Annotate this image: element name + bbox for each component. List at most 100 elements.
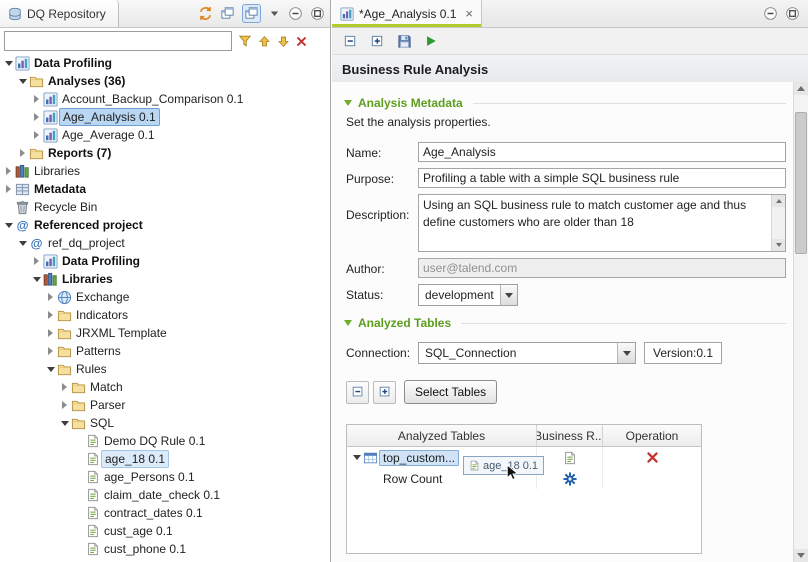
tree-item-reports[interactable]: Reports (7) [0,144,330,162]
scroll-down-icon[interactable] [772,239,785,251]
link-with-editor-icon[interactable] [242,4,261,23]
tree-item-age-average[interactable]: Age_Average 0.1 [0,126,330,144]
expander-icon[interactable] [31,270,42,288]
save-button[interactable] [394,31,414,51]
tree-item-ref-data-profiling[interactable]: Data Profiling [0,252,330,270]
sql-rule-icon [84,450,101,468]
chevron-down-icon[interactable] [617,343,635,363]
purpose-input[interactable] [418,168,786,188]
tree-item-claim-date-check[interactable]: claim_date_check 0.1 [0,486,330,504]
expander-icon[interactable] [351,449,362,467]
expander-icon[interactable] [45,288,56,306]
tree-item-age-18[interactable]: age_18 0.1 [0,450,330,468]
expander-icon[interactable] [17,234,28,252]
select-tables-button[interactable]: Select Tables [404,380,497,404]
sql-rule-icon [84,468,101,486]
tree-item-referenced-project[interactable]: Referenced project [0,216,330,234]
expander-icon[interactable] [59,396,70,414]
tree-item-demo-dq-rule[interactable]: Demo DQ Rule 0.1 [0,432,330,450]
description-scrollbar[interactable] [771,195,785,251]
expander-icon[interactable] [31,108,42,126]
tree-item-match[interactable]: Match [0,378,330,396]
filter-icon[interactable] [238,34,252,48]
tab-dq-repository[interactable]: DQ Repository [0,0,119,27]
tree-item-exchange[interactable]: Exchange [0,288,330,306]
expand-tables-button[interactable] [373,381,396,404]
collapse-all-button[interactable] [340,31,360,51]
maximize-view-icon[interactable] [310,6,325,21]
editor-tab-bar: *Age_Analysis 0.1 × [332,0,808,28]
gear-icon[interactable] [563,472,577,486]
expander-icon[interactable] [3,180,14,198]
scrollbar-thumb[interactable] [795,112,807,254]
description-textarea[interactable]: Using an SQL business rule to match cust… [418,194,786,252]
tree-item-age-analysis[interactable]: Age_Analysis 0.1 [0,108,330,126]
tree-item-analyses[interactable]: Analyses (36) [0,72,330,90]
view-menu-chevron-icon[interactable] [268,7,281,20]
clear-filter-icon[interactable] [296,36,307,47]
expander-icon[interactable] [59,378,70,396]
tree-item-sql[interactable]: SQL [0,414,330,432]
scroll-up-icon[interactable] [772,195,785,207]
close-tab-icon[interactable]: × [465,7,473,20]
minimize-editor-icon[interactable] [763,6,778,21]
analysis-icon [42,108,59,126]
tree-item-recycle-bin[interactable]: Recycle Bin [0,198,330,216]
section-collapse-icon[interactable] [344,100,352,106]
expander-icon[interactable] [3,54,14,72]
expander-icon[interactable] [31,90,42,108]
name-input[interactable] [418,142,786,162]
tree-item-data-profiling[interactable]: Data Profiling [0,54,330,72]
expand-all-button[interactable] [367,31,387,51]
repository-filter-input[interactable] [4,31,232,51]
tree-item-ref-libraries[interactable]: Libraries [0,270,330,288]
expander-icon[interactable] [45,324,56,342]
column-header-business-rule: Business R... [537,425,603,446]
expander-icon[interactable] [59,414,70,432]
cascade-windows-icon[interactable] [220,6,235,21]
dq-repository-panel: DQ Repository Data Profiling Analyses (3… [0,0,331,562]
expander-icon[interactable] [31,126,42,144]
editor-scrollbar[interactable] [793,82,808,562]
tree-item-ref-dq-project[interactable]: ref_dq_project [0,234,330,252]
move-down-icon[interactable] [277,35,290,48]
tree-item-metadata[interactable]: Metadata [0,180,330,198]
tree-item-parser[interactable]: Parser [0,396,330,414]
tree-item-indicators[interactable]: Indicators [0,306,330,324]
recycle-bin-icon [14,198,31,216]
author-field-row: Author: [346,258,786,278]
tree-item-jrxml-template[interactable]: JRXML Template [0,324,330,342]
tree-item-rules[interactable]: Rules [0,360,330,378]
expander-icon[interactable] [45,360,56,378]
refresh-icon[interactable] [198,6,213,21]
connection-select[interactable]: SQL_Connection [418,342,636,364]
expander-icon[interactable] [31,252,42,270]
move-up-icon[interactable] [258,35,271,48]
expander-icon[interactable] [3,216,14,234]
status-select[interactable]: development [418,284,518,306]
run-analysis-button[interactable] [421,31,441,51]
expander-icon[interactable] [17,72,28,90]
analysis-metadata-section-header[interactable]: Analysis Metadata [344,96,786,110]
minimize-view-icon[interactable] [288,6,303,21]
tree-item-account-backup-comparison[interactable]: Account_Backup_Comparison 0.1 [0,90,330,108]
expander-icon[interactable] [3,162,14,180]
tab-age-analysis[interactable]: *Age_Analysis 0.1 × [332,0,482,27]
expander-icon[interactable] [45,306,56,324]
section-collapse-icon[interactable] [344,320,352,326]
tree-item-age-persons[interactable]: age_Persons 0.1 [0,468,330,486]
maximize-editor-icon[interactable] [785,6,800,21]
tree-item-contract-dates[interactable]: contract_dates 0.1 [0,504,330,522]
chevron-down-icon[interactable] [500,285,517,305]
scroll-down-icon[interactable] [794,549,808,562]
scroll-up-icon[interactable] [794,82,808,95]
expander-icon[interactable] [17,144,28,162]
delete-row-icon[interactable] [646,451,659,464]
analyzed-tables-section-header[interactable]: Analyzed Tables [344,316,786,330]
tree-item-patterns[interactable]: Patterns [0,342,330,360]
tree-item-cust-age[interactable]: cust_age 0.1 [0,522,330,540]
expander-icon[interactable] [45,342,56,360]
tree-item-libraries[interactable]: Libraries [0,162,330,180]
collapse-tables-button[interactable] [346,381,369,404]
tree-item-cust-phone[interactable]: cust_phone 0.1 [0,540,330,558]
